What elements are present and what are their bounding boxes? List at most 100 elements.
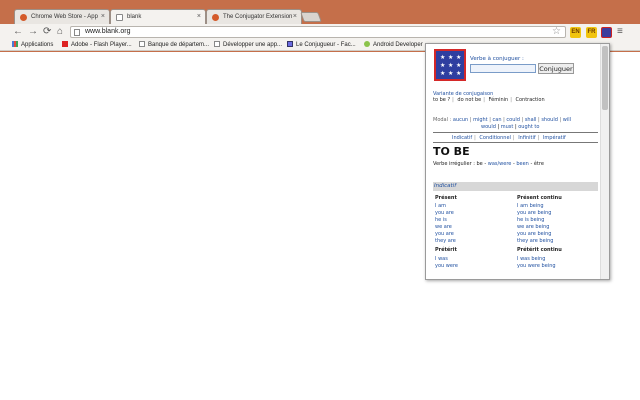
conjugator-extension-icon[interactable] (601, 27, 612, 38)
irregular-verb-info: Verbe irrégulier : be - was/were - been … (433, 161, 544, 167)
variante-question[interactable]: to be ? (433, 97, 450, 103)
conjugation-line: you are (435, 210, 454, 216)
tense-title: Présent continu (517, 195, 562, 201)
bookmark-android[interactable]: Android Developer (364, 41, 423, 48)
bookmark-conjugueur[interactable]: Le Conjugueur - Fac... (287, 41, 356, 48)
verb-input[interactable] (470, 64, 536, 73)
conjugation-line: you are (435, 231, 454, 237)
conjugation-line: you were (435, 263, 458, 269)
tab-conjugator-extension[interactable]: The Conjugator Extension × (206, 9, 302, 24)
bookmark-label: Banque de départem... (148, 42, 210, 48)
tab-conditionnel[interactable]: Conditionnel (479, 135, 511, 141)
modal-options-row2: would | must | ought to (481, 124, 540, 130)
variante-negative[interactable]: do not be (457, 97, 481, 103)
conjugation-line: you were being (517, 263, 556, 269)
variante-options: to be ? | do not be | Féminin | Contraction (433, 97, 545, 103)
tab-strip: Chrome Web Store - App × blank × The Con… (0, 0, 640, 24)
tense-title: Prétérit continu (517, 247, 562, 253)
conjugation-line: they are (435, 238, 456, 244)
tab-title: The Conjugator Extension (223, 14, 293, 20)
modal-should[interactable]: should (541, 117, 558, 123)
variante-feminin[interactable]: Féminin (489, 97, 509, 103)
tab-imperatif[interactable]: Impératif (543, 135, 566, 141)
modal-shall[interactable]: shall (525, 117, 537, 123)
close-tab-icon[interactable]: × (293, 13, 297, 20)
bookmark-label: Adobe - Flash Player... (71, 42, 132, 48)
bookmark-label: Développer une app... (223, 42, 283, 48)
bookmark-applications[interactable]: Applications (12, 41, 53, 48)
irregular-prefix: Verbe irrégulier : be - (433, 161, 488, 167)
irregular-suffix: - être (528, 161, 544, 167)
modal-could[interactable]: could (506, 117, 520, 123)
reload-icon[interactable]: ⟳ (43, 26, 51, 38)
modal-options: Modal : aucun | might | can | could | sh… (433, 117, 572, 123)
modal-ought-to[interactable]: ought to (518, 124, 539, 130)
verbe-label: Verbe à conjuguer : (470, 56, 524, 62)
conjugation-line: I am (435, 203, 446, 209)
irregular-preterit-link[interactable]: was/were (488, 161, 512, 167)
tab-indicatif[interactable]: Indicatif (452, 135, 472, 141)
conjugator-popup: ★ ★ ★ ★ ★ ★ ★ ★ ★ Verbe à conjuguer : Co… (425, 43, 610, 280)
conjuguer-button[interactable]: Conjuguer (538, 63, 574, 74)
apps-icon (12, 41, 18, 47)
chrome-store-icon (20, 14, 27, 21)
divider (433, 132, 598, 133)
conjugation-line: you are being (517, 231, 552, 237)
close-tab-icon[interactable]: × (197, 13, 201, 20)
bookmark-label: Le Conjugueur - Fac... (296, 42, 356, 48)
minimize-button[interactable] (580, 0, 600, 10)
extension-en-label: EN (571, 29, 580, 35)
tense-title: Présent (435, 195, 457, 201)
home-icon[interactable]: ⌂ (57, 26, 63, 38)
navigation-toolbar: ← → ⟳ ⌂ www.blank.org (0, 24, 640, 40)
bookmark-star-icon[interactable]: ☆ (552, 26, 561, 37)
popup-scrollbar[interactable] (600, 44, 609, 279)
page-icon (139, 41, 145, 47)
close-tab-icon[interactable]: × (101, 13, 105, 20)
bookmark-banque[interactable]: Banque de départem... (139, 41, 209, 48)
tab-title: Chrome Web Store - App (31, 14, 98, 20)
variante-contraction[interactable]: Contraction (515, 97, 544, 103)
conjugation-line: I was being (517, 256, 546, 262)
irregular-pp-link[interactable]: been (516, 161, 529, 167)
address-bar[interactable]: www.blank.org (70, 26, 566, 38)
chrome-store-icon (212, 14, 219, 21)
modal-aucun[interactable]: aucun (453, 117, 468, 123)
conjugation-line: they are being (517, 238, 554, 244)
modal-would[interactable]: would (481, 124, 496, 130)
scrollbar-thumb[interactable] (602, 46, 608, 110)
divider (433, 142, 598, 143)
back-icon[interactable]: ← (13, 26, 23, 38)
adobe-icon (62, 41, 68, 47)
mode-header: Indicatif (433, 182, 598, 191)
page-icon (116, 14, 123, 21)
extension-fr-icon[interactable]: FR (586, 27, 597, 38)
menu-icon[interactable]: ≡ (617, 26, 623, 37)
modal-must[interactable]: must (501, 124, 514, 130)
modal-can[interactable]: can (493, 117, 502, 123)
modal-will[interactable]: will (563, 117, 571, 123)
tab-infinitif[interactable]: Infinitif (518, 135, 535, 141)
close-window-button[interactable] (620, 0, 640, 10)
conjugation-line: I am being (517, 203, 544, 209)
conjugation-line: you are being (517, 210, 552, 216)
page-icon (74, 29, 80, 36)
conjugator-logo-icon: ★ ★ ★ ★ ★ ★ ★ ★ ★ (434, 49, 466, 81)
modal-might[interactable]: might (473, 117, 488, 123)
modal-label: Modal : (433, 117, 452, 123)
tab-blank[interactable]: blank × (110, 9, 206, 24)
extension-en-icon[interactable]: EN (570, 27, 581, 38)
forward-icon[interactable]: → (28, 26, 38, 38)
conjugation-line: he is being (517, 217, 545, 223)
bookmark-developper[interactable]: Développer une app... (214, 41, 282, 48)
bookmark-adobe[interactable]: Adobe - Flash Player... (62, 41, 132, 48)
tab-chrome-web-store[interactable]: Chrome Web Store - App × (14, 9, 110, 24)
android-icon (364, 41, 370, 47)
conjugation-line: he is (435, 217, 447, 223)
conjugation-line: I was (435, 256, 448, 262)
tense-title: Prétérit (435, 247, 457, 253)
tab-title: blank (127, 14, 142, 20)
new-tab-button[interactable] (300, 12, 322, 22)
maximize-button[interactable] (600, 0, 620, 10)
bookmark-label: Android Developer (373, 42, 423, 48)
